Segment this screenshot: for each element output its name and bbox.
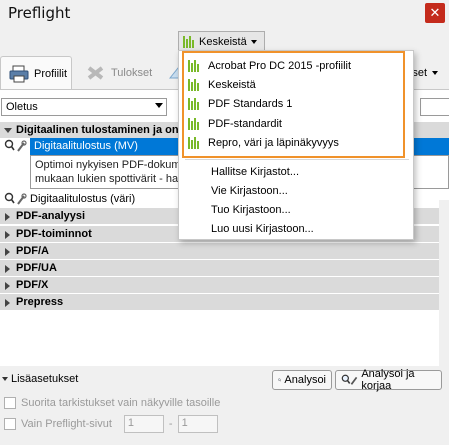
magnifier-wrench-icon <box>4 192 27 205</box>
library-icon <box>188 97 200 110</box>
group-pdf-x[interactable]: PDF/X <box>0 277 449 294</box>
menu-divider <box>185 159 409 160</box>
profile-filter-value: Oletus <box>6 101 38 113</box>
magnifier-icon <box>278 378 282 382</box>
group-label: PDF-toiminnot <box>16 228 92 240</box>
profile-filter-select[interactable]: Oletus <box>1 98 167 116</box>
library-icon <box>188 59 200 72</box>
more-settings-toggle[interactable]: Lisäasetukset <box>2 373 78 385</box>
tab-results-label: Tulokset <box>111 67 153 79</box>
tab-profiles-label: Profiilit <box>34 67 68 80</box>
search-input[interactable] <box>420 98 449 116</box>
page-to-input[interactable]: 1 <box>177 415 218 433</box>
menu-item-label: Keskeistä <box>208 78 256 91</box>
chevron-down-icon <box>250 39 257 44</box>
group-label: Prepress <box>16 296 64 308</box>
expand-right-icon <box>5 231 10 239</box>
chevron-down-icon <box>155 103 163 108</box>
library-icon <box>183 35 195 48</box>
analyze-label: Analysoi <box>284 374 326 386</box>
expand-right-icon <box>5 282 10 290</box>
expand-right-icon <box>5 299 10 307</box>
close-button[interactable]: ✕ <box>425 3 445 23</box>
visible-layers-option: Suorita tarkistukset vain näkyville taso… <box>4 397 220 409</box>
analyze-and-fix-button[interactable]: Analysoi ja korjaa <box>335 368 442 392</box>
chevron-down-icon <box>432 71 438 75</box>
library-icon <box>188 136 200 149</box>
page-from-input[interactable]: 1 <box>123 415 164 433</box>
more-settings-label: Lisäasetukset <box>11 373 79 385</box>
printer-icon <box>9 65 29 83</box>
menu-item-label: Acrobat Pro DC 2015 -profiilit <box>208 59 352 72</box>
visible-layers-checkbox[interactable] <box>4 397 16 409</box>
analyze-button[interactable]: Analysoi <box>272 370 332 390</box>
tab-profiles[interactable]: Profiilit <box>0 56 72 90</box>
library-icon <box>188 117 200 130</box>
menu-item-import-to-library[interactable]: Tuo Kirjastoon... <box>211 200 401 219</box>
group-pdf-a[interactable]: PDF/A <box>0 243 449 260</box>
pages-only-checkbox[interactable] <box>4 418 16 430</box>
expand-right-icon <box>5 265 10 273</box>
magnifier-wrench-icon <box>341 374 358 385</box>
menu-item-library[interactable]: PDF Standards 1 <box>188 94 403 113</box>
pages-only-label: Vain Preflight-sivut <box>21 418 112 430</box>
profile-label: Digitaalitulostus (MV) <box>34 140 138 152</box>
menu-item-library[interactable]: Keskeistä <box>188 75 403 94</box>
chevron-down-icon <box>2 377 8 382</box>
group-label: PDF-analyysi <box>16 210 86 222</box>
menu-item-manage-libraries[interactable]: Hallitse Kirjastot... <box>211 162 401 181</box>
group-label: PDF/UA <box>16 262 57 274</box>
magnifier-wrench-icon <box>4 139 27 152</box>
analyze-and-fix-label: Analysoi ja korjaa <box>361 368 415 392</box>
library-button[interactable]: Keskeistä <box>178 31 265 52</box>
pages-option: Vain Preflight-sivut 1 - 1 <box>4 415 218 433</box>
menu-item-export-to-library[interactable]: Vie Kirjastoon... <box>211 181 401 200</box>
menu-item-label: PDF Standards 1 <box>208 97 293 110</box>
scrollbar[interactable] <box>439 200 449 366</box>
visible-layers-label: Suorita tarkistukset vain näkyville taso… <box>21 397 221 409</box>
expand-right-icon <box>5 213 10 221</box>
menu-item-library[interactable]: Repro, väri ja läpinäkyvyys <box>188 133 403 152</box>
profile-row-icons <box>4 192 28 206</box>
group-pdf-ua[interactable]: PDF/UA <box>0 260 449 277</box>
menu-item-library[interactable]: Acrobat Pro DC 2015 -profiilit <box>188 56 403 75</box>
tab-results[interactable]: Tulokset <box>78 56 158 90</box>
library-icon <box>188 78 200 91</box>
expand-right-icon <box>5 248 10 256</box>
expand-down-icon <box>4 128 12 133</box>
menu-item-label: PDF-standardit <box>208 117 282 130</box>
group-label: PDF/A <box>16 245 49 257</box>
profile-row-icons <box>4 139 28 153</box>
page-range-dash: - <box>168 418 173 430</box>
group-prepress[interactable]: Prepress <box>0 294 449 311</box>
group-label: Digitaalinen tulostaminen ja onlin <box>16 124 192 136</box>
library-button-label: Keskeistä <box>199 35 247 48</box>
results-icon <box>86 64 106 82</box>
menu-item-create-library[interactable]: Luo uusi Kirjastoon... <box>211 219 401 238</box>
group-label: PDF/X <box>16 279 49 291</box>
menu-item-label: Repro, väri ja läpinäkyvyys <box>208 136 339 149</box>
profile-item[interactable]: Digitaalitulostus (väri) <box>30 192 135 206</box>
menu-item-library[interactable]: PDF-standardit <box>188 114 403 133</box>
window-title: Preflight <box>8 4 71 22</box>
